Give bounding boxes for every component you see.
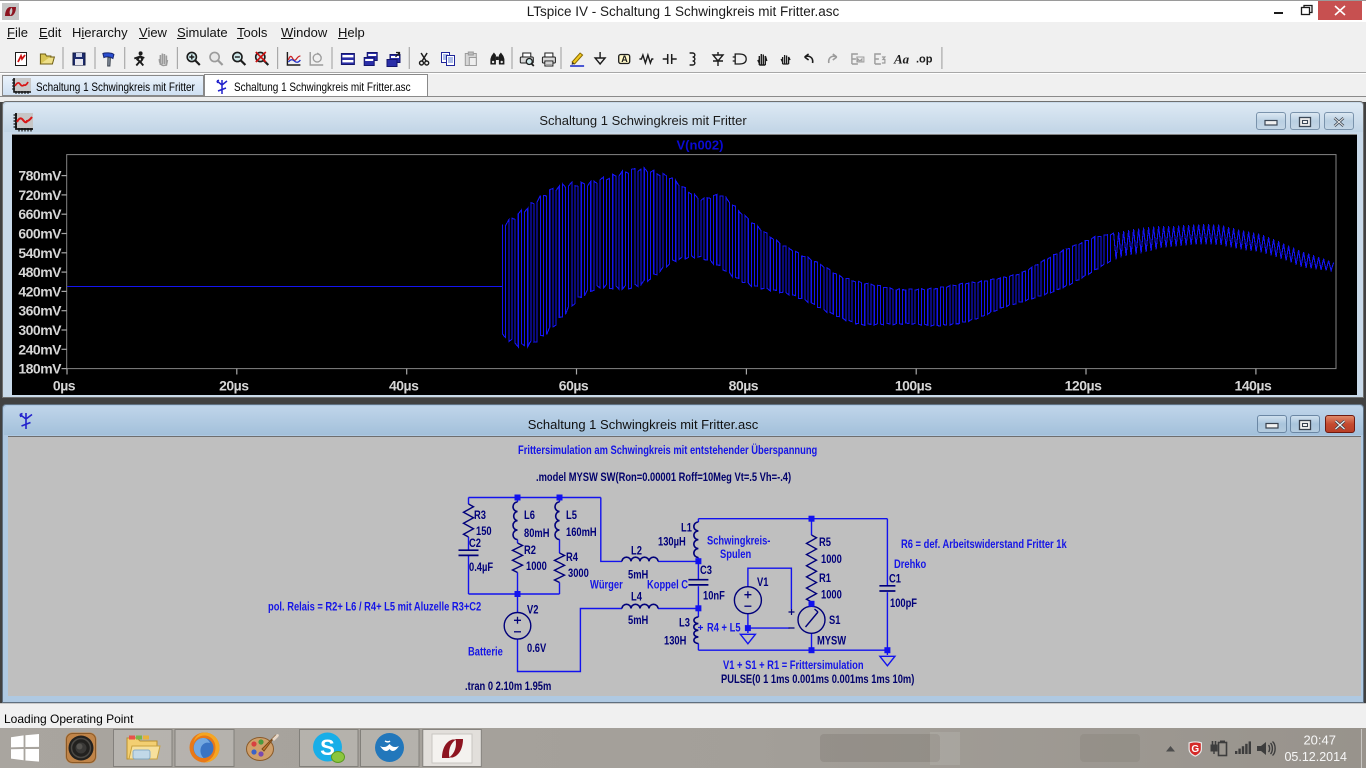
svg-text:720mV: 720mV xyxy=(18,187,62,203)
svg-text:.op: .op xyxy=(916,54,933,66)
svg-text:540mV: 540mV xyxy=(18,245,62,261)
svg-text:L5: L5 xyxy=(566,509,577,522)
svg-text:0.4µF: 0.4µF xyxy=(469,561,493,574)
svg-text:R5: R5 xyxy=(819,536,831,549)
svg-text:R3: R3 xyxy=(474,509,486,522)
svg-text:130H: 130H xyxy=(664,634,687,647)
svg-text:780mV: 780mV xyxy=(18,168,62,184)
svg-text:Spulen: Spulen xyxy=(720,548,751,561)
svg-text:C2: C2 xyxy=(469,537,481,550)
svg-text:1000: 1000 xyxy=(821,588,842,601)
svg-text:PULSE(0 1 1ms 0.001ms 0.001ms: PULSE(0 1 1ms 0.001ms 0.001ms 1ms 10m) xyxy=(721,673,915,686)
svg-text:180mV: 180mV xyxy=(18,361,62,377)
svg-text:80mH: 80mH xyxy=(524,527,550,540)
svg-text:3000: 3000 xyxy=(568,567,589,580)
svg-text:V1: V1 xyxy=(757,576,768,589)
svg-text:Batterie: Batterie xyxy=(468,645,503,658)
svg-text:V(n002): V(n002) xyxy=(677,138,724,153)
svg-text:0.6V: 0.6V xyxy=(527,642,547,655)
svg-text:Koppel C: Koppel C xyxy=(647,578,688,591)
svg-text:Drehko: Drehko xyxy=(894,558,927,571)
svg-text:20:47: 20:47 xyxy=(1303,733,1336,748)
svg-text:140µs: 140µs xyxy=(1235,378,1272,394)
svg-text:V2: V2 xyxy=(527,603,538,616)
svg-text:80µs: 80µs xyxy=(729,378,759,394)
svg-text:160mH: 160mH xyxy=(566,526,597,539)
svg-text:480mV: 480mV xyxy=(18,264,62,280)
svg-text:R4: R4 xyxy=(566,551,578,564)
svg-text:R4 + L5: R4 + L5 xyxy=(707,621,741,634)
svg-text:L3: L3 xyxy=(679,616,690,629)
svg-text:40µs: 40µs xyxy=(389,378,419,394)
svg-text:10nF: 10nF xyxy=(703,589,725,602)
svg-text:L2: L2 xyxy=(631,544,642,557)
svg-text:600mV: 600mV xyxy=(18,226,62,242)
svg-text:1000: 1000 xyxy=(526,560,547,573)
svg-text:360mV: 360mV xyxy=(18,303,62,319)
svg-text:240mV: 240mV xyxy=(18,341,62,357)
svg-text:1000: 1000 xyxy=(821,553,842,566)
svg-text:420mV: 420mV xyxy=(18,283,62,299)
svg-text:.tran 0 2.10m 1.95m: .tran 0 2.10m 1.95m xyxy=(465,680,551,693)
svg-text:L6: L6 xyxy=(524,509,535,522)
svg-text:0µs: 0µs xyxy=(53,378,76,394)
svg-text:A: A xyxy=(621,54,628,64)
svg-text:pol. Relais = R2+ L6 / R4+ L5: pol. Relais = R2+ L6 / R4+ L5 mit Aluzel… xyxy=(268,600,481,613)
svg-text:5mH: 5mH xyxy=(628,568,648,581)
svg-text:05.12.2014: 05.12.2014 xyxy=(1284,750,1347,764)
svg-text:120µs: 120µs xyxy=(1065,378,1102,394)
svg-text:C3: C3 xyxy=(700,564,712,577)
svg-text:5mH: 5mH xyxy=(628,614,648,627)
svg-text:Frittersimulation am Schwingkr: Frittersimulation am Schwingkreis mit en… xyxy=(518,443,817,457)
svg-text:300mV: 300mV xyxy=(18,322,62,338)
svg-text:L1: L1 xyxy=(681,521,692,534)
svg-text:130µH: 130µH xyxy=(658,535,686,548)
svg-text:V1 + S1 + R1 = Frittersimulati: V1 + S1 + R1 = Frittersimulation xyxy=(723,659,864,672)
svg-text:R6 = def. Arbeitswiderstand Fr: R6 = def. Arbeitswiderstand Fritter 1k xyxy=(901,538,1067,551)
svg-text:100pF: 100pF xyxy=(890,597,917,610)
svg-text:100µs: 100µs xyxy=(895,378,932,394)
svg-text:.model MYSW SW(Ron=0.00001 Rof: .model MYSW SW(Ron=0.00001 Roff=10Meg Vt… xyxy=(536,471,791,484)
svg-text:MYSW: MYSW xyxy=(817,634,847,647)
svg-text:C1: C1 xyxy=(889,572,901,585)
svg-text:660mV: 660mV xyxy=(18,206,62,222)
svg-text:R1: R1 xyxy=(819,572,831,585)
svg-text:L4: L4 xyxy=(631,590,642,603)
svg-text:G: G xyxy=(1191,744,1199,755)
svg-text:Schwingkreis-: Schwingkreis- xyxy=(707,534,771,547)
svg-text:60µs: 60µs xyxy=(559,378,589,394)
svg-text:Aa: Aa xyxy=(893,52,910,67)
svg-text:20µs: 20µs xyxy=(219,378,249,394)
svg-text:S1: S1 xyxy=(829,614,840,627)
svg-text:R2: R2 xyxy=(524,544,536,557)
svg-text:Würger: Würger xyxy=(590,578,623,591)
